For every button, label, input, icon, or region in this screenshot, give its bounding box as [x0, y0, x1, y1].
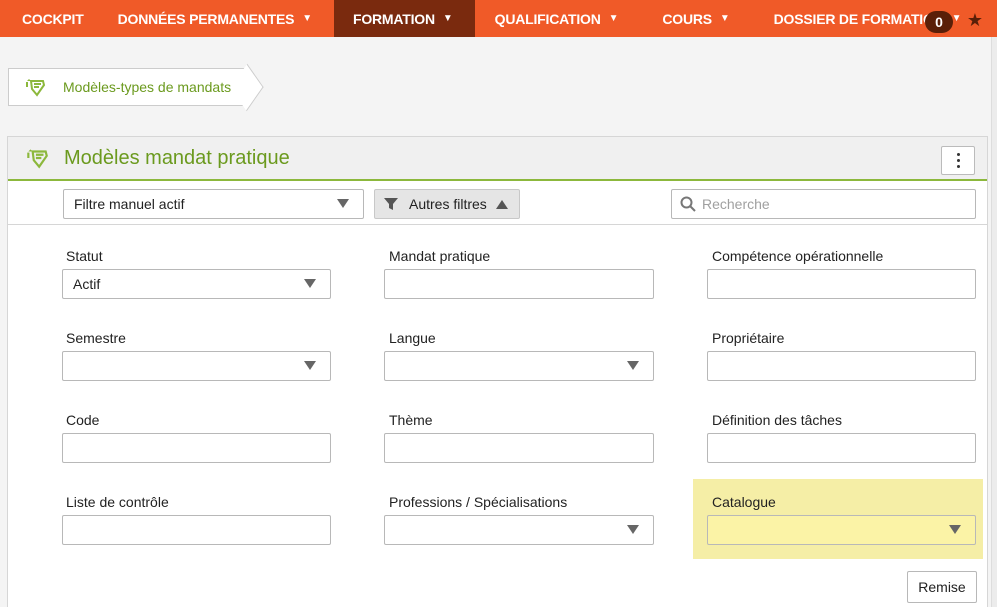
competence-label: Compétence opérationnelle — [712, 248, 884, 264]
proprietaire-label: Propriétaire — [712, 330, 785, 346]
semestre-label: Semestre — [66, 330, 126, 346]
chevron-down-icon — [304, 279, 316, 288]
statut-label: Statut — [66, 248, 103, 264]
kebab-dot — [956, 159, 960, 162]
langue-select[interactable] — [384, 351, 654, 381]
chevron-down-icon — [337, 199, 349, 208]
nav-item-label: COURS — [662, 10, 712, 27]
nav-item-donnees-permanentes[interactable]: DONNÉES PERMANENTES ▼ — [104, 0, 334, 37]
page-title: Modèles mandat pratique — [64, 146, 290, 169]
proprietaire-input[interactable] — [707, 351, 976, 381]
other-filters-button[interactable]: Autres filtres — [374, 189, 520, 219]
chevron-down-icon: ▼ — [442, 13, 453, 24]
nav-item-cours[interactable]: COURS ▼ — [640, 0, 751, 37]
document-hand-icon — [26, 79, 46, 97]
panel-header: Modèles mandat pratique — [8, 137, 987, 181]
search-input[interactable] — [702, 196, 962, 212]
code-label: Code — [66, 412, 100, 428]
kebab-dot — [956, 165, 960, 168]
liste-controle-input[interactable] — [62, 515, 331, 545]
statut-value: Actif — [73, 276, 101, 292]
filter-select-value: Filtre manuel actif — [74, 196, 185, 212]
professions-select[interactable] — [384, 515, 654, 545]
nav-item-label: COCKPIT — [22, 10, 84, 27]
nav-item-label: DOSSIER DE FORMATION — [773, 10, 944, 27]
chevron-down-icon — [949, 525, 961, 534]
nav-item-qualification[interactable]: QUALIFICATION ▼ — [475, 0, 641, 37]
definition-input[interactable] — [707, 433, 976, 463]
chevron-down-icon: ▼ — [719, 13, 730, 24]
filter-select[interactable]: Filtre manuel actif — [63, 189, 364, 219]
search-box[interactable] — [671, 189, 976, 219]
catalogue-select[interactable] — [707, 515, 976, 545]
notification-badge[interactable]: 0 — [925, 11, 953, 33]
theme-input[interactable] — [384, 433, 654, 463]
theme-label: Thème — [389, 412, 433, 428]
professions-label: Professions / Spécialisations — [389, 494, 568, 510]
chevron-down-icon: ▼ — [951, 13, 962, 24]
mandat-pratique-label: Mandat pratique — [389, 248, 491, 264]
semestre-select[interactable] — [62, 351, 331, 381]
chevron-down-icon: ▼ — [302, 13, 312, 24]
nav-item-label: QUALIFICATION — [494, 10, 601, 27]
top-navigation: COCKPIT DONNÉES PERMANENTES ▼ FORMATION … — [0, 0, 997, 37]
document-hand-icon — [27, 149, 48, 169]
chevron-up-icon — [495, 199, 508, 209]
other-filters-label: Autres filtres — [409, 196, 487, 212]
filter-bar: Filtre manuel actif Autres filtres — [8, 183, 987, 225]
statut-select[interactable]: Actif — [62, 269, 331, 299]
chevron-down-icon: ▼ — [608, 13, 619, 24]
filter-panel: Modèles mandat pratique Filtre manuel ac… — [7, 136, 988, 607]
competence-input[interactable] — [707, 269, 976, 299]
catalogue-label: Catalogue — [712, 494, 776, 510]
chevron-down-icon — [304, 361, 316, 370]
chevron-down-icon — [627, 361, 639, 370]
mandat-pratique-input[interactable] — [384, 269, 654, 299]
funnel-icon — [384, 198, 398, 210]
definition-label: Définition des tâches — [712, 412, 842, 428]
reset-button[interactable]: Remise — [907, 571, 977, 603]
nav-item-label: DONNÉES PERMANENTES — [117, 10, 295, 27]
nav-item-formation[interactable]: FORMATION ▼ — [333, 0, 475, 37]
breadcrumb[interactable]: Modèles-types de mandats p — [8, 68, 250, 106]
chevron-down-icon — [627, 525, 639, 534]
scrollbar[interactable] — [991, 37, 997, 607]
more-options-button[interactable] — [941, 146, 975, 175]
search-icon — [680, 196, 696, 212]
breadcrumb-label[interactable]: Modèles-types de mandats p — [63, 79, 238, 95]
nav-item-cockpit[interactable]: COCKPIT — [0, 0, 104, 37]
code-input[interactable] — [62, 433, 331, 463]
liste-controle-label: Liste de contrôle — [66, 494, 169, 510]
nav-item-label: FORMATION — [352, 10, 435, 27]
kebab-dot — [956, 153, 960, 156]
langue-label: Langue — [389, 330, 436, 346]
star-icon[interactable]: ★ — [963, 8, 987, 32]
